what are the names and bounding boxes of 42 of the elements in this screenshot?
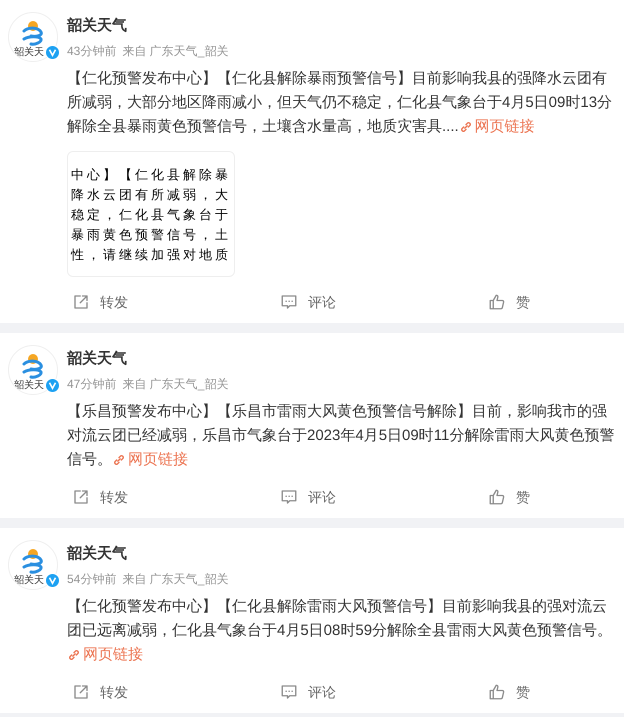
web-link[interactable]: 网页链接 xyxy=(67,643,143,667)
comment-button[interactable]: 评论 xyxy=(208,671,416,713)
comment-icon xyxy=(280,683,298,701)
image-text-line: 性，请继续加强对地质 xyxy=(71,246,231,262)
repost-button[interactable]: 转发 xyxy=(0,281,208,323)
post-source: 来自 广东天气_韶关 xyxy=(122,43,228,59)
image-text-line: 中心】【仁化县解除暴 xyxy=(71,166,231,182)
comment-button[interactable]: 评论 xyxy=(208,476,416,518)
repost-button[interactable]: 转发 xyxy=(0,476,208,518)
link-icon xyxy=(67,648,81,662)
share-icon xyxy=(72,293,90,311)
comment-button[interactable]: 评论 xyxy=(208,281,416,323)
web-link[interactable]: 网页链接 xyxy=(112,448,188,472)
share-icon xyxy=(72,488,90,506)
image-text-line: 稳定，仁化县气象台于 xyxy=(71,206,231,222)
post-source: 来自 广东天气_韶关 xyxy=(122,571,228,587)
post-source: 来自 广东天气_韶关 xyxy=(122,376,228,392)
author-name[interactable]: 韶关天气 xyxy=(67,349,127,369)
web-link[interactable]: 网页链接 xyxy=(458,115,535,139)
link-icon xyxy=(458,120,473,134)
post-text: 【仁化预警发布中心】【仁化县解除暴雨预警信号】目前影响我县的强降水云团有所减弱，大部分地区降雨减小，但天气仍不稳定，仁化县气象台于4月5日09时13分解除全县暴雨黄色预警信号，土壤含水量高，地质灾害具.... 网页链接 xyxy=(67,67,616,139)
image-text-line: 降水云团有所减弱，大 xyxy=(71,186,231,202)
author-name[interactable]: 韶关天气 xyxy=(67,16,127,36)
comment-icon xyxy=(280,488,298,506)
image-text-line: 暴雨黄色预警信号，土 xyxy=(71,226,231,242)
author-name[interactable]: 韶关天气 xyxy=(67,544,127,564)
post-time: 47分钟前 xyxy=(67,376,116,392)
comment-icon xyxy=(280,293,298,311)
like-button[interactable]: 赞 xyxy=(416,281,624,323)
post-time: 43分钟前 xyxy=(67,43,116,59)
share-icon xyxy=(72,683,90,701)
thumbs-up-icon xyxy=(488,293,506,311)
post-time: 54分钟前 xyxy=(67,571,116,587)
repost-button[interactable]: 转发 xyxy=(0,671,208,713)
thumbs-up-icon xyxy=(488,683,506,701)
image-thumbnail[interactable]: 中心】【仁化县解除暴 降水云团有所减弱，大 稳定，仁化县气象台于 暴雨黄色预警信号，土 性，请继续加强对地质 xyxy=(67,151,235,277)
like-button[interactable]: 赞 xyxy=(416,671,624,713)
thumbs-up-icon xyxy=(488,488,506,506)
like-button[interactable]: 赞 xyxy=(416,476,624,518)
post-text: 【乐昌预警发布中心】【乐昌市雷雨大风黄色预警信号解除】目前，影响我市的强对流云团已经减弱，乐昌市气象台于2023年4月5日09时11分解除雷雨大风黄色预警信号。 网页链接 xyxy=(67,400,616,472)
link-icon xyxy=(112,453,126,467)
post-text: 【仁化预警发布中心】【仁化县解除雷雨大风预警信号】目前影响我县的强对流云团已远离减弱，仁化县气象台于4月5日08时59分解除全县雷雨大风黄色预警信号。 网页链接 xyxy=(67,595,616,667)
